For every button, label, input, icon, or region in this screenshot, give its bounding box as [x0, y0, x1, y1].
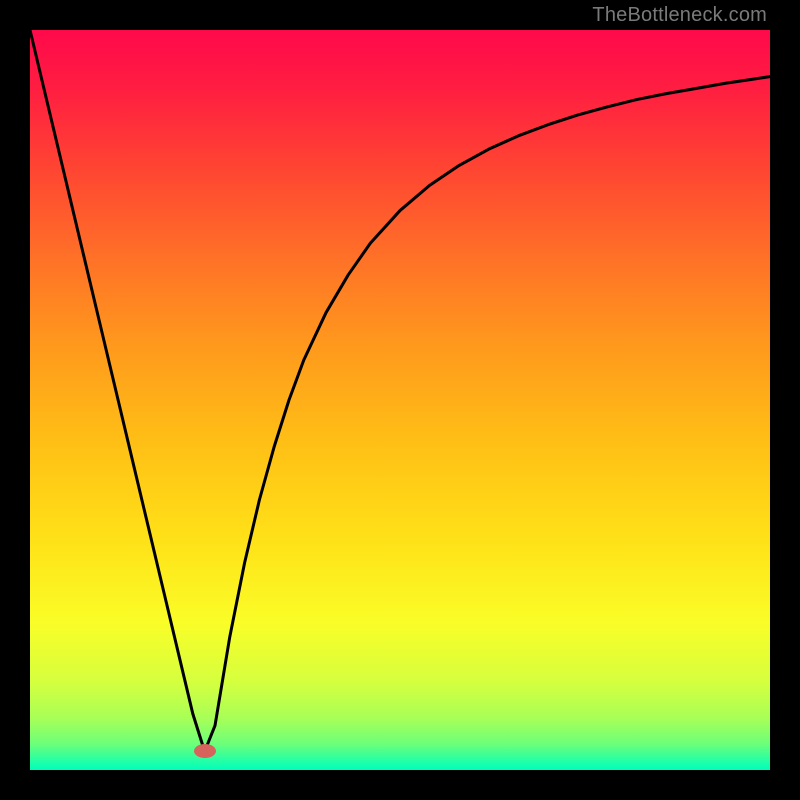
plot-area	[30, 30, 770, 770]
watermark-text: TheBottleneck.com	[592, 4, 767, 27]
optimum-marker	[194, 744, 216, 758]
chart-frame: TheBottleneck.com	[0, 0, 800, 800]
gradient-background	[30, 30, 770, 770]
plot-svg	[30, 30, 770, 770]
